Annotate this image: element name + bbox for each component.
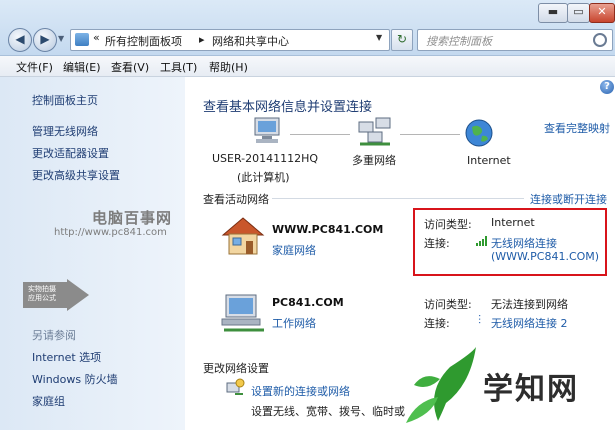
work-network-icon <box>221 294 264 332</box>
breadcrumb-overflow[interactable]: « <box>93 31 100 44</box>
control-panel-icon <box>75 33 89 46</box>
internet-globe-icon <box>465 119 493 147</box>
breadcrumb-separator-icon[interactable]: ▸ <box>199 33 205 46</box>
refresh-icon: ↻ <box>396 32 408 46</box>
sidebar-item-manage-wireless[interactable]: 管理无线网络 <box>32 123 98 139</box>
map-connector <box>400 134 460 135</box>
sidebar-item-adapter-settings[interactable]: 更改适配器设置 <box>32 145 109 161</box>
network-name-2: PC841.COM <box>272 296 344 309</box>
wireless-adapter-icon: ⫶ <box>478 313 482 327</box>
see-also-internet-options[interactable]: Internet 选项 <box>32 349 101 365</box>
connection-link-1-ssid[interactable]: (WWW.PC841.COM) <box>491 250 599 263</box>
search-icon[interactable] <box>593 33 607 47</box>
connection-label-1: 连接: <box>424 237 450 250</box>
setup-connection-description: 设置无线、宽带、拨号、临时或 <box>251 405 405 418</box>
left-pane: 控制面板主页 管理无线网络 更改适配器设置 更改高级共享设置 实物拍摄 应用公式… <box>0 77 185 430</box>
menu-view[interactable]: 查看(V) <box>111 59 149 75</box>
recent-pages-dropdown-icon[interactable]: ▼ <box>58 34 66 44</box>
close-button[interactable]: ✕ <box>589 3 615 23</box>
access-type-value-2: 无法连接到网络 <box>491 298 568 311</box>
node-multiple-networks-label: 多重网络 <box>352 154 396 167</box>
network-type-2-link[interactable]: 工作网络 <box>272 315 316 331</box>
connection-label-2: 连接: <box>424 317 450 330</box>
control-panel-window: ▬ ▭ ✕ ◀ ▶ ▼ « 所有控制面板项 ▸ 网络和共享中心 ▼ ↻ 搜索控制… <box>0 0 615 430</box>
page-title: 查看基本网络信息并设置连接 <box>203 100 373 115</box>
watermark-logo-text: 学知网 <box>483 372 579 407</box>
breadcrumb-network-center[interactable]: 网络和共享中心 <box>212 33 289 49</box>
maximize-button[interactable]: ▭ <box>567 3 590 23</box>
view-full-map-link[interactable]: 查看完整映射 <box>544 120 610 136</box>
search-placeholder: 搜索控制面板 <box>426 35 492 48</box>
back-button[interactable]: ◀ <box>8 28 32 52</box>
menu-file[interactable]: 文件(F) <box>16 59 53 75</box>
help-icon[interactable]: ? <box>600 80 614 94</box>
access-type-label-2: 访问类型: <box>424 298 472 311</box>
map-connector <box>290 134 350 135</box>
multiple-networks-icon <box>358 117 391 146</box>
menu-edit[interactable]: 编辑(E) <box>63 59 101 75</box>
network-type-1-link[interactable]: 家庭网络 <box>272 242 316 258</box>
node-internet-label: Internet <box>467 154 511 167</box>
watermark-badge-line: 实物拍摄 <box>28 285 56 293</box>
change-settings-heading: 更改网络设置 <box>203 362 269 375</box>
leaf-logo-icon <box>406 347 476 423</box>
wireless-signal-icon <box>476 236 488 246</box>
connection-link-1[interactable]: 无线网络连接 <box>491 235 557 251</box>
forward-button[interactable]: ▶ <box>33 28 57 52</box>
breadcrumb-all-items[interactable]: 所有控制面板项 <box>105 33 182 49</box>
access-type-value-1: Internet <box>491 216 535 229</box>
search-box[interactable]: 搜索控制面板 <box>417 29 613 51</box>
home-network-icon <box>221 217 265 255</box>
menu-tools[interactable]: 工具(T) <box>160 59 197 75</box>
menu-bar: 文件(F) 编辑(E) 查看(V) 工具(T) 帮助(H) <box>0 56 615 77</box>
see-also-homegroup[interactable]: 家庭组 <box>32 393 65 409</box>
sidebar-item-control-panel-home[interactable]: 控制面板主页 <box>32 92 98 108</box>
minimize-button[interactable]: ▬ <box>538 3 568 23</box>
access-type-label-1: 访问类型: <box>424 218 472 231</box>
see-also-title: 另请参阅 <box>32 329 76 342</box>
section-divider <box>272 198 524 199</box>
active-networks-heading: 查看活动网络 <box>203 193 269 206</box>
refresh-button[interactable]: ↻ <box>391 29 413 51</box>
watermark-badge-line: 应用公式 <box>28 294 56 302</box>
network-name-1: WWW.PC841.COM <box>272 223 384 236</box>
watermark-title: 电脑百事网 <box>92 209 173 227</box>
watermark-arrow-icon <box>67 279 89 311</box>
node-this-computer-sub: (此计算机) <box>237 171 290 184</box>
back-arrow-icon: ◀ <box>15 32 25 46</box>
setup-connection-link[interactable]: 设置新的连接或网络 <box>251 383 350 399</box>
address-dropdown-icon[interactable]: ▼ <box>376 33 382 42</box>
new-connection-icon <box>226 378 245 395</box>
watermark-badge: 实物拍摄 应用公式 <box>23 282 69 308</box>
connect-disconnect-link[interactable]: 连接或断开连接 <box>530 191 607 207</box>
sidebar-item-sharing-settings[interactable]: 更改高级共享设置 <box>32 167 120 183</box>
menu-help[interactable]: 帮助(H) <box>209 59 248 75</box>
computer-icon <box>254 117 280 143</box>
see-also-firewall[interactable]: Windows 防火墙 <box>32 371 118 387</box>
forward-arrow-icon: ▶ <box>40 32 50 46</box>
connection-link-2[interactable]: 无线网络连接 2 <box>491 315 568 331</box>
address-bar[interactable]: « 所有控制面板项 ▸ 网络和共享中心 ▼ <box>70 29 390 51</box>
watermark-url: http://www.pc841.com <box>54 227 167 238</box>
title-bar: ▬ ▭ ✕ ◀ ▶ ▼ « 所有控制面板项 ▸ 网络和共享中心 ▼ ↻ 搜索控制… <box>0 0 615 56</box>
node-this-computer-label: USER-20141112HQ <box>212 152 319 165</box>
